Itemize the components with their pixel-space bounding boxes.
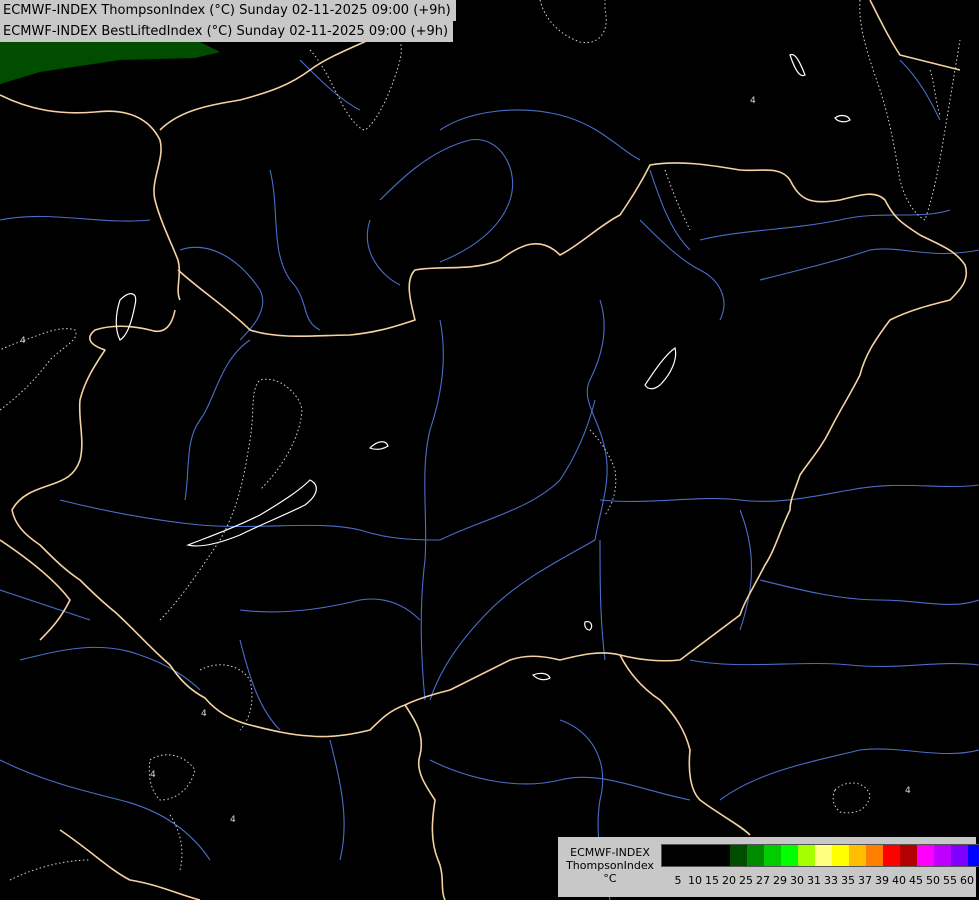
legend-tick: 20 bbox=[722, 874, 736, 887]
legend-tick: 10 bbox=[688, 874, 702, 887]
legend-swatch bbox=[815, 845, 832, 866]
legend-tick: 33 bbox=[824, 874, 838, 887]
legend-tick: 27 bbox=[756, 874, 770, 887]
legend-color-bar bbox=[661, 844, 979, 867]
legend-tick: 31 bbox=[807, 874, 821, 887]
legend-tick: 25 bbox=[739, 874, 753, 887]
legend-tick: 5 bbox=[674, 874, 682, 887]
contour-label: 4 bbox=[230, 815, 236, 825]
map-title-secondary: ECMWF-INDEX BestLiftedIndex (°C) Sunday … bbox=[0, 21, 454, 42]
contour-label: 4 bbox=[201, 709, 207, 719]
legend-swatch bbox=[730, 845, 747, 866]
legend-label-parameter: ThompsonIndex bbox=[566, 859, 654, 872]
legend-tick: 30 bbox=[790, 874, 804, 887]
legend-swatch bbox=[679, 845, 696, 866]
weather-map: 4 4 4 4 4 4 bbox=[0, 0, 979, 900]
legend-swatch bbox=[798, 845, 815, 866]
legend-swatch bbox=[968, 845, 979, 866]
legend-tick: 50 bbox=[926, 874, 940, 887]
legend-tick: 39 bbox=[875, 874, 889, 887]
legend-label-unit: °C bbox=[603, 872, 617, 885]
legend-swatch bbox=[747, 845, 764, 866]
legend-label: ECMWF-INDEX ThompsonIndex °C bbox=[562, 846, 658, 885]
legend-swatch bbox=[917, 845, 934, 866]
legend-tick: 29 bbox=[773, 874, 787, 887]
legend-tick: 60 bbox=[960, 874, 974, 887]
legend-label-model: ECMWF-INDEX bbox=[570, 846, 650, 859]
legend-swatch bbox=[781, 845, 798, 866]
contour-label: 4 bbox=[905, 786, 911, 796]
legend-tick: 40 bbox=[892, 874, 906, 887]
map-title-primary: ECMWF-INDEX ThompsonIndex (°C) Sunday 02… bbox=[0, 0, 456, 21]
legend-swatch bbox=[849, 845, 866, 866]
color-legend: ECMWF-INDEX ThompsonIndex °C 5 10 15 20 25 27… bbox=[558, 837, 979, 897]
contour-label: 4 bbox=[750, 96, 756, 106]
legend-swatch bbox=[951, 845, 968, 866]
contour-label: 4 bbox=[150, 770, 156, 780]
legend-swatch bbox=[900, 845, 917, 866]
legend-tick: 45 bbox=[909, 874, 923, 887]
legend-swatch bbox=[883, 845, 900, 866]
legend-swatch bbox=[713, 845, 730, 866]
legend-swatch bbox=[832, 845, 849, 866]
legend-swatch bbox=[764, 845, 781, 866]
map-background bbox=[0, 0, 979, 900]
legend-swatch bbox=[866, 845, 883, 866]
legend-swatch bbox=[934, 845, 951, 866]
legend-tick: 35 bbox=[841, 874, 855, 887]
legend-tick: 55 bbox=[943, 874, 957, 887]
legend-swatch bbox=[662, 845, 679, 866]
legend-tick-labels: 5 10 15 20 25 27 29 30 31 33 35 37 39 40 45 50 55 60 bbox=[661, 874, 976, 888]
legend-swatch bbox=[696, 845, 713, 866]
contour-label: 4 bbox=[20, 336, 26, 346]
legend-tick: 37 bbox=[858, 874, 872, 887]
legend-tick: 15 bbox=[705, 874, 719, 887]
